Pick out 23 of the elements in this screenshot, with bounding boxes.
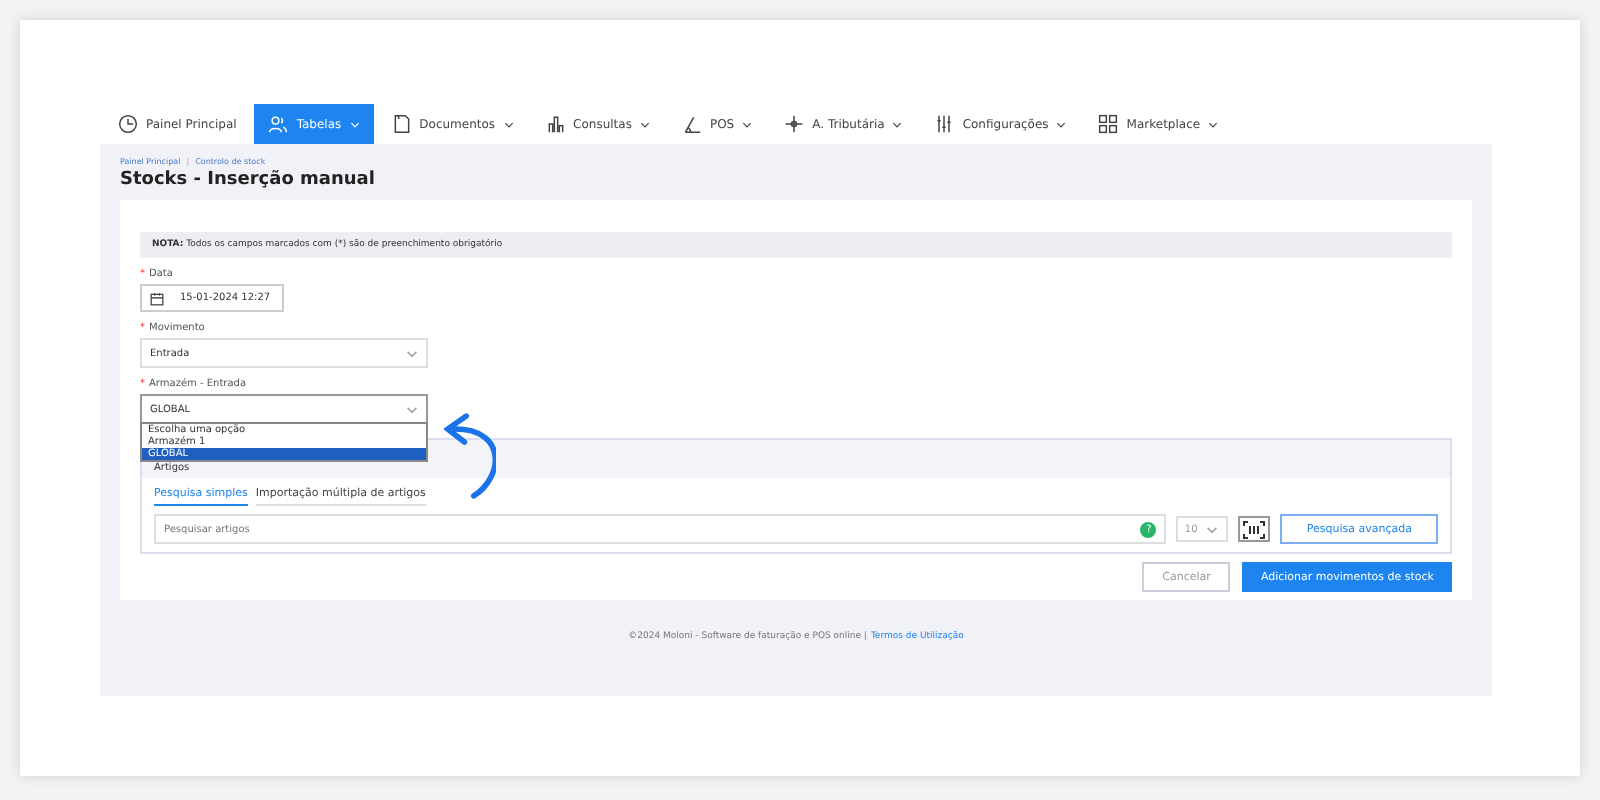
page-title: Stocks - Inserção manual [120, 170, 377, 190]
chevron-down-icon [1205, 525, 1218, 533]
document-icon [391, 114, 412, 134]
plus-sign-icon [784, 114, 805, 134]
chevron-down-icon [1056, 121, 1067, 127]
chevron-down-icon [892, 121, 903, 127]
chevron-down-icon [1208, 121, 1219, 127]
barcode-scan-button[interactable] [1238, 516, 1271, 542]
barcode-icon [1242, 519, 1267, 539]
chevron-down-icon [639, 121, 650, 127]
chevron-down-icon [503, 121, 514, 127]
curved-arrow [444, 412, 496, 500]
grid-icon [1098, 114, 1119, 134]
chevron-down-icon [742, 121, 753, 127]
clock-icon [118, 114, 138, 134]
triangle-ruler-icon [681, 114, 702, 134]
sliders-icon [934, 114, 955, 134]
calendar-icon [150, 291, 164, 305]
chevron-down-icon [406, 349, 418, 357]
people-icon [268, 114, 289, 134]
bar-chart-icon [545, 114, 566, 134]
chevron-down-icon [406, 405, 418, 413]
chevron-down-icon [349, 121, 360, 127]
